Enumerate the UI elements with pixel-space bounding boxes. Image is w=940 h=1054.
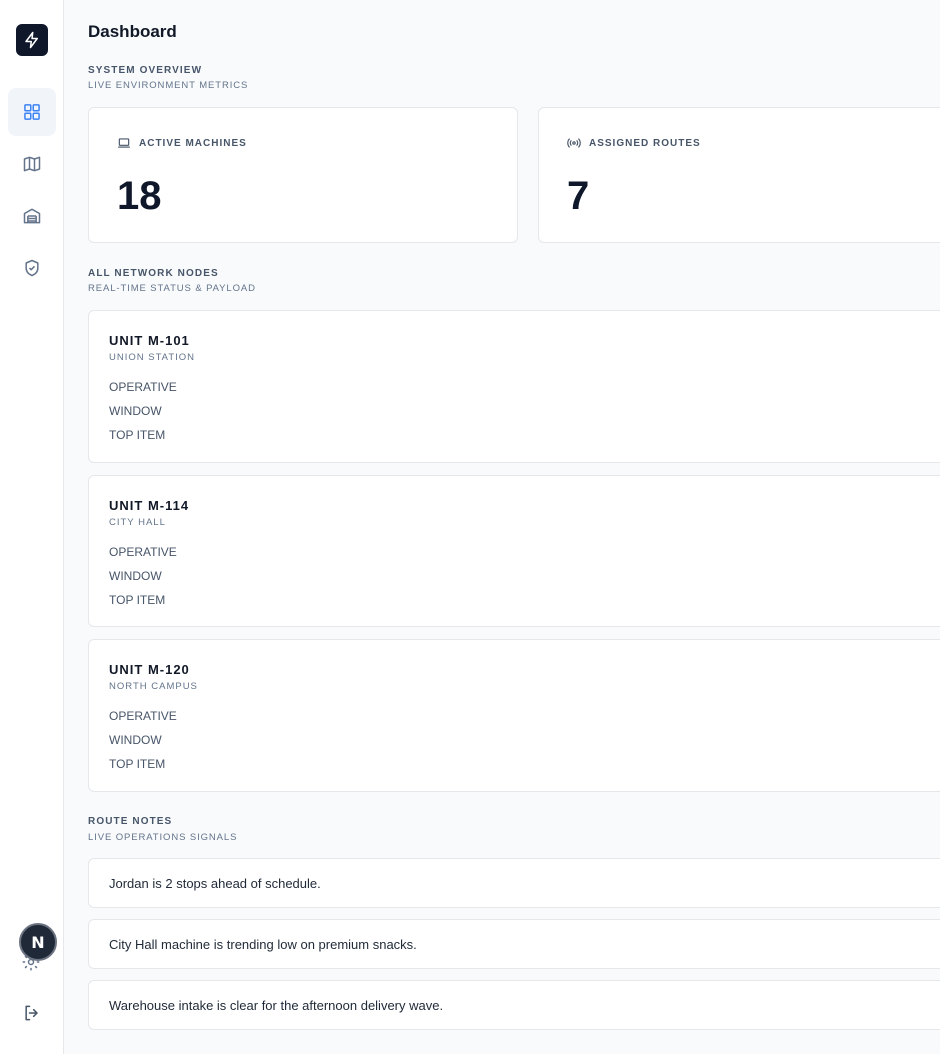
nodes-subtitle: REAL-TIME STATUS & PAYLOAD	[88, 283, 256, 294]
node-window: WINDOW	[109, 569, 162, 583]
node-window: WINDOW	[109, 733, 162, 747]
node-status: OPERATIVE	[109, 380, 177, 394]
node-card[interactable]: UNIT M-120 NORTH CAMPUS OPERATIVE WINDOW…	[88, 639, 940, 792]
metric-label: ACTIVE MACHINES	[139, 137, 247, 149]
note-text: Jordan is 2 stops ahead of schedule.	[109, 876, 321, 891]
note-item: City Hall machine is trending low on pre…	[88, 919, 940, 969]
sidebar-item-security[interactable]	[8, 244, 56, 292]
logout-button[interactable]	[8, 989, 56, 1037]
node-name: UNIT M-120	[109, 662, 190, 677]
logout-icon	[25, 1005, 38, 1021]
node-top-item: TOP ITEM	[109, 593, 166, 607]
node-status: OPERATIVE	[109, 709, 177, 723]
logo[interactable]	[16, 24, 48, 56]
avatar-initial: N	[31, 932, 45, 952]
grid-icon	[24, 104, 40, 120]
lightning-icon	[25, 31, 38, 49]
node-card[interactable]: UNIT M-114 CITY HALL OPERATIVE WINDOW TO…	[88, 475, 940, 627]
note-text: Warehouse intake is clear for the aftern…	[109, 998, 444, 1013]
node-location: CITY HALL	[109, 517, 166, 528]
node-window: WINDOW	[109, 404, 162, 418]
node-top-item: TOP ITEM	[109, 757, 166, 771]
node-status: OPERATIVE	[109, 545, 177, 559]
sidebar-item-dashboard[interactable]	[8, 88, 56, 136]
broadcast-icon	[567, 138, 581, 148]
metric-value: 7	[567, 174, 590, 218]
note-item: Warehouse intake is clear for the aftern…	[88, 980, 940, 1030]
sidebar-item-warehouse[interactable]	[8, 192, 56, 240]
note-item: Jordan is 2 stops ahead of schedule.	[88, 858, 940, 908]
notes-title: ROUTE NOTES	[88, 816, 173, 827]
node-location: UNION STATION	[109, 352, 196, 363]
nodes-title: ALL NETWORK NODES	[88, 268, 219, 279]
metric-card-assigned-routes: ASSIGNED ROUTES 7	[538, 107, 940, 243]
node-name: UNIT M-114	[109, 498, 190, 513]
overview-subtitle: LIVE ENVIRONMENT METRICS	[88, 80, 249, 91]
main-content: Dashboard SYSTEM OVERVIEW LIVE ENVIRONME…	[64, 0, 940, 1054]
avatar[interactable]: N	[19, 923, 57, 961]
metric-card-active-machines: ACTIVE MACHINES 18	[88, 107, 518, 243]
node-location: NORTH CAMPUS	[109, 681, 198, 692]
shield-check-icon	[25, 259, 39, 277]
sidebar-item-map[interactable]	[8, 140, 56, 188]
note-text: City Hall machine is trending low on pre…	[109, 937, 417, 952]
metric-label: ASSIGNED ROUTES	[589, 137, 701, 149]
notes-subtitle: LIVE OPERATIONS SIGNALS	[88, 832, 238, 843]
node-top-item: TOP ITEM	[109, 428, 166, 442]
sidebar: N	[0, 0, 64, 1054]
node-name: UNIT M-101	[109, 333, 190, 348]
warehouse-icon	[23, 208, 41, 224]
map-icon	[23, 156, 41, 172]
page-title: Dashboard	[88, 22, 177, 41]
overview-title: SYSTEM OVERVIEW	[88, 65, 203, 76]
metric-value: 18	[117, 174, 162, 218]
laptop-icon	[118, 138, 130, 148]
node-card[interactable]: UNIT M-101 UNION STATION OPERATIVE WINDO…	[88, 310, 940, 463]
